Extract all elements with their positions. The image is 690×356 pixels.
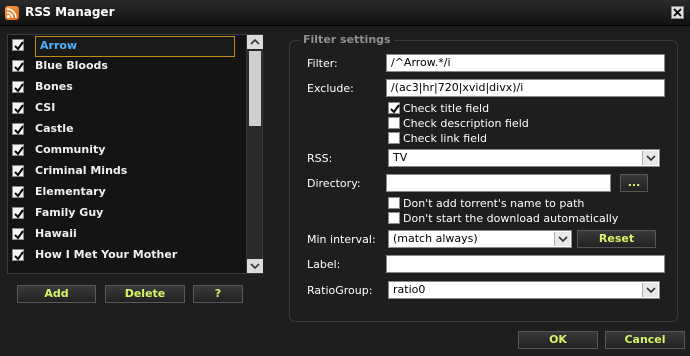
list-item-label: Criminal Minds [35, 164, 128, 177]
min-interval-label: Min interval: [307, 233, 376, 246]
list-item-label: Community [35, 143, 106, 156]
directory-label: Directory: [307, 177, 361, 190]
help-button[interactable]: ? [193, 285, 243, 303]
rss-icon [5, 6, 19, 20]
list-item[interactable]: Community [8, 140, 246, 161]
ok-button[interactable]: OK [518, 331, 598, 349]
check-description-text: Check description field [403, 117, 529, 130]
rss-select[interactable]: TV [388, 149, 660, 167]
no-torrent-name-checkbox[interactable] [388, 197, 400, 209]
no-autostart-checkbox[interactable] [388, 212, 400, 224]
filter-label: Filter: [307, 57, 338, 70]
reset-button[interactable]: Reset [577, 230, 656, 248]
check-title-text: Check title field [403, 102, 490, 115]
list-item-label: Castle [35, 122, 74, 135]
list-item-label: CSI [35, 101, 56, 114]
no-autostart-text: Don't start the download automatically [403, 212, 619, 225]
scroll-down-icon[interactable] [247, 259, 263, 273]
chevron-down-icon[interactable] [642, 151, 658, 165]
min-interval-selected-value: (match always) [393, 232, 478, 245]
rss-label: RSS: [307, 152, 333, 165]
check-link-text: Check link field [403, 132, 488, 145]
list-item[interactable]: Family Guy [8, 203, 246, 224]
add-button[interactable]: Add [17, 285, 96, 303]
list-item-checkbox[interactable] [12, 39, 24, 51]
label-label: Label: [307, 258, 341, 271]
check-link-checkbox[interactable] [388, 132, 400, 144]
list-item[interactable]: Blue Bloods [8, 56, 246, 77]
filter-input[interactable]: /^Arrow.*/i [386, 54, 665, 72]
chevron-down-icon[interactable] [554, 232, 570, 246]
list-item-checkbox[interactable] [12, 249, 24, 261]
list-item-checkbox[interactable] [12, 102, 24, 114]
list-item[interactable]: Criminal Minds [8, 161, 246, 182]
label-input[interactable] [386, 255, 665, 273]
feed-filter-list[interactable]: Arrow Blue Bloods Bones CSI Castle Community C… [7, 34, 263, 274]
list-item-checkbox[interactable] [12, 165, 24, 177]
list-item[interactable]: Bones [8, 77, 246, 98]
list-item-checkbox[interactable] [12, 123, 24, 135]
list-item[interactable]: Arrow [8, 35, 246, 57]
list-item[interactable]: Elementary [8, 182, 246, 203]
browse-button[interactable]: ... [620, 174, 648, 192]
ratiogroup-select[interactable]: ratio0 [388, 281, 660, 299]
list-item-checkbox[interactable] [12, 81, 24, 93]
rss-selected-value: TV [393, 151, 408, 164]
check-description-checkbox[interactable] [388, 117, 400, 129]
list-item-label: How I Met Your Mother [35, 248, 178, 261]
directory-input[interactable] [386, 174, 611, 192]
list-item-label: Arrow [35, 36, 235, 57]
check-title-checkbox[interactable] [388, 102, 400, 114]
close-icon[interactable] [671, 6, 684, 19]
title-bar: RSS Manager [0, 0, 690, 26]
list-item-checkbox[interactable] [12, 207, 24, 219]
ratiogroup-label: RatioGroup: [307, 284, 373, 297]
exclude-label: Exclude: [307, 82, 354, 95]
list-item[interactable]: CSI [8, 98, 246, 119]
chevron-down-icon[interactable] [642, 283, 658, 297]
list-item-checkbox[interactable] [12, 144, 24, 156]
list-item[interactable]: How I Met Your Mother [8, 245, 246, 266]
list-item-label: Blue Bloods [35, 59, 108, 72]
list-item-label: Hawaii [35, 227, 77, 240]
list-item-label: Bones [35, 80, 73, 93]
list-item-checkbox[interactable] [12, 228, 24, 240]
min-interval-select[interactable]: (match always) [388, 230, 572, 248]
window-title: RSS Manager [25, 5, 115, 19]
no-torrent-name-text: Don't add torrent's name to path [403, 197, 585, 210]
cancel-button[interactable]: Cancel [605, 331, 685, 349]
list-scrollbar[interactable] [246, 35, 263, 273]
list-item[interactable]: Hawaii [8, 224, 246, 245]
list-item-checkbox[interactable] [12, 60, 24, 72]
scroll-up-icon[interactable] [247, 35, 263, 49]
list-item[interactable]: Castle [8, 119, 246, 140]
exclude-input[interactable]: /(ac3|hr|720|xvid|divx)/i [386, 79, 665, 97]
list-item-label: Family Guy [35, 206, 104, 219]
scroll-thumb[interactable] [249, 51, 261, 126]
list-item-label: Elementary [35, 185, 106, 198]
filter-settings-legend: Filter settings [300, 33, 394, 46]
list-item-checkbox[interactable] [12, 186, 24, 198]
delete-button[interactable]: Delete [105, 285, 185, 303]
dialog-body: Arrow Blue Bloods Bones CSI Castle Community C… [0, 26, 690, 356]
ratiogroup-selected-value: ratio0 [393, 283, 426, 296]
